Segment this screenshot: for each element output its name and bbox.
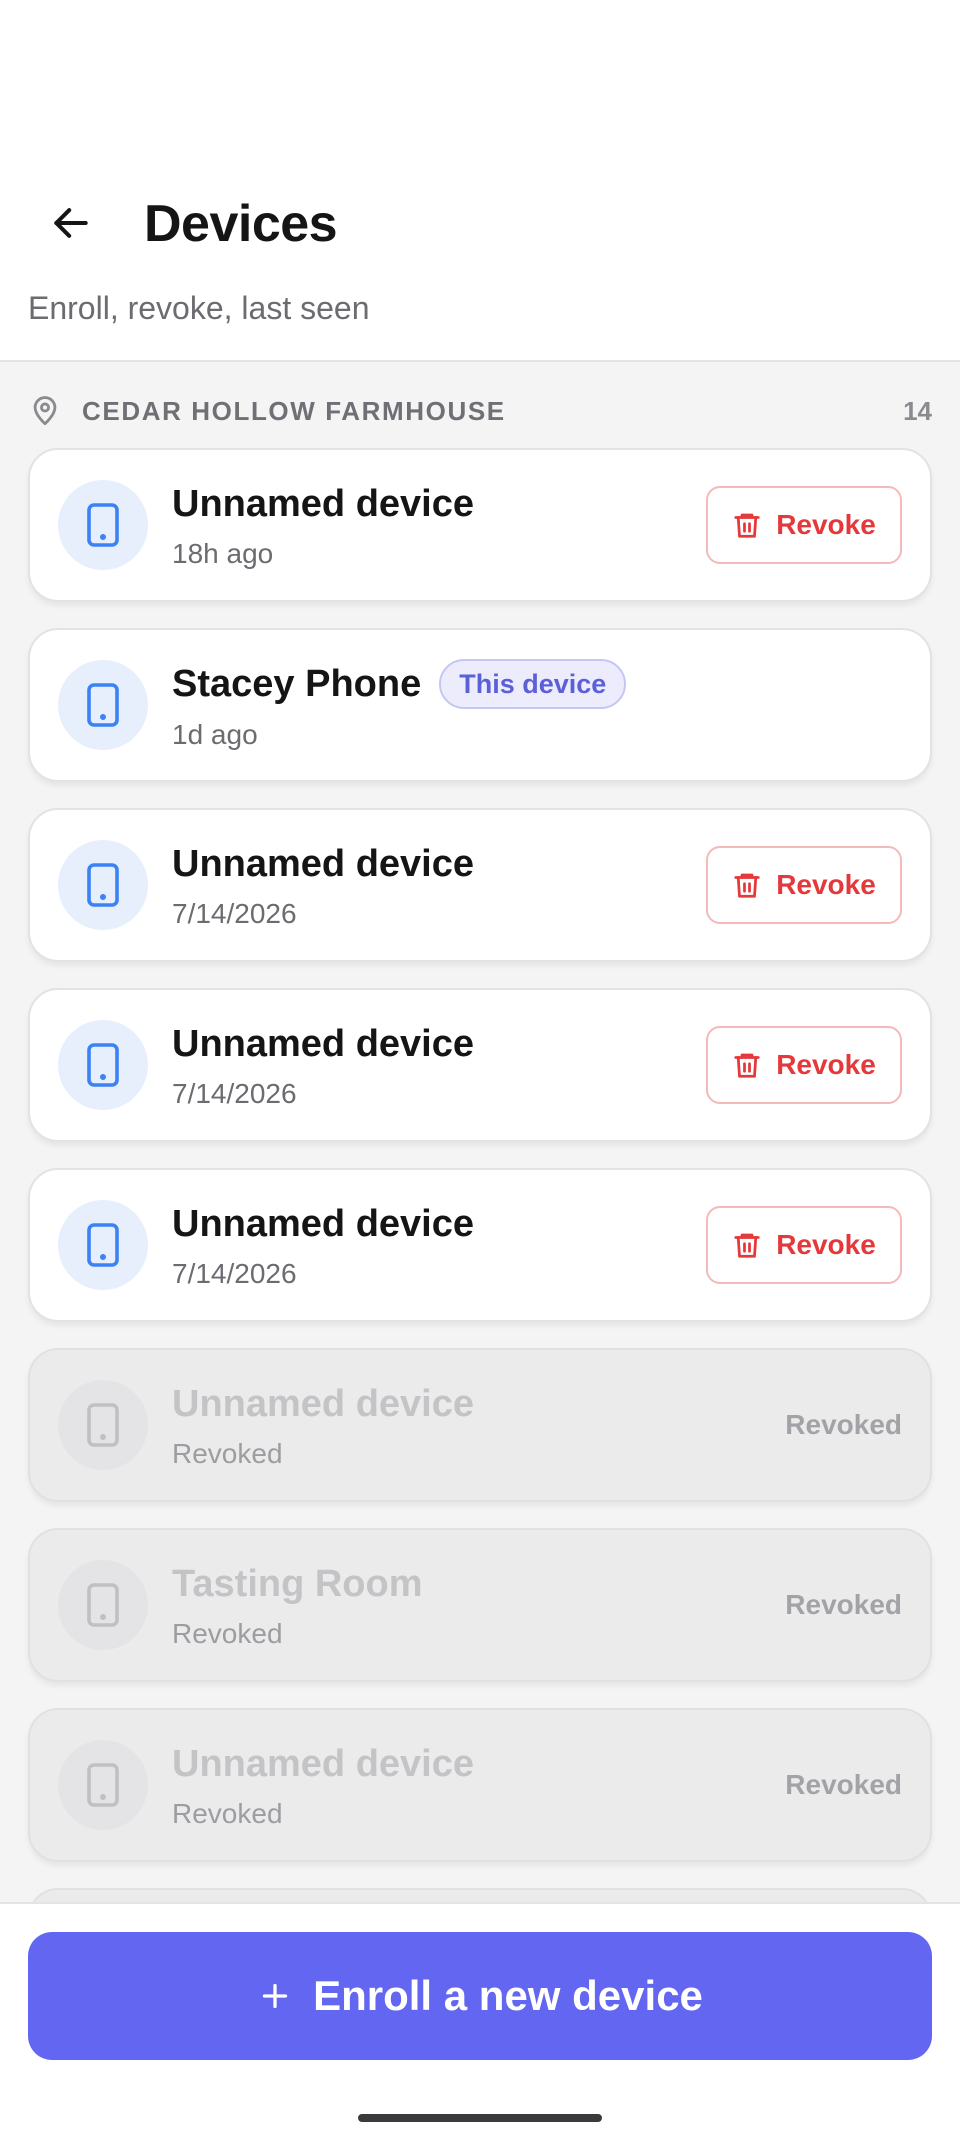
device-avatar	[58, 1740, 148, 1830]
device-last-seen: 7/14/2026	[172, 898, 297, 929]
device-name-row: Stacey Phone This device	[172, 659, 902, 709]
revoked-label: Revoked	[785, 1409, 902, 1440]
device-count: 14	[903, 395, 932, 426]
revoke-label: Revoke	[776, 509, 876, 540]
device-name-row: Tasting Room	[172, 1560, 785, 1608]
device-name: Unnamed device	[172, 483, 474, 525]
device-name: Stacey Phone	[172, 663, 422, 705]
device-card: Unnamed device 7/14/2026 Revoke	[28, 808, 932, 962]
device-info: Unnamed device 7/14/2026	[172, 840, 706, 930]
smartphone-icon	[87, 503, 119, 547]
revoke-button[interactable]: Revoke	[706, 1026, 902, 1104]
device-info: Unnamed device Revoked	[172, 1380, 785, 1470]
device-avatar	[58, 1560, 148, 1650]
device-status-text: Revoked	[172, 1438, 283, 1469]
trash-icon	[734, 513, 760, 538]
map-pin-icon	[33, 396, 57, 426]
revoked-label: Revoked	[785, 1769, 902, 1800]
device-name-row: Unnamed device	[172, 840, 706, 888]
revoke-label: Revoke	[776, 1229, 876, 1260]
device-avatar	[58, 660, 148, 750]
device-info: Unnamed device 7/14/2026	[172, 1020, 706, 1110]
device-card-revoked: Unnamed device Revoked Revoked	[28, 1348, 932, 1502]
location-name: CEDAR HOLLOW FARMHOUSE	[82, 395, 506, 426]
device-last-seen: 7/14/2026	[172, 1078, 297, 1109]
smartphone-icon	[87, 1583, 119, 1627]
smartphone-icon	[87, 1763, 119, 1807]
devices-screen: Devices Enroll, revoke, last seen CEDAR …	[0, 0, 960, 2142]
plus-icon	[262, 1983, 288, 2009]
smartphone-icon	[87, 1043, 119, 1087]
trash-icon	[734, 1053, 760, 1078]
device-name: Unnamed device	[172, 843, 474, 885]
device-name-row: Unnamed device	[172, 1380, 785, 1428]
device-name: Unnamed device	[172, 1023, 474, 1065]
device-last-seen: 18h ago	[172, 538, 274, 569]
device-name: Unnamed device	[172, 1743, 474, 1785]
device-card-revoked: Unnamed device Revoked Revoked	[28, 1708, 932, 1862]
enroll-device-button[interactable]: Enroll a new device	[28, 1932, 932, 2060]
device-info: Unnamed device 18h ago	[172, 480, 706, 570]
device-avatar	[58, 840, 148, 930]
device-info: Tasting Room Revoked	[172, 1560, 785, 1650]
header: Devices Enroll, revoke, last seen	[0, 0, 960, 362]
smartphone-icon	[87, 1223, 119, 1267]
smartphone-icon	[87, 683, 119, 727]
device-last-seen: 1d ago	[172, 719, 258, 750]
device-avatar	[58, 1380, 148, 1470]
device-name-row: Unnamed device	[172, 1740, 785, 1788]
device-info: Unnamed device Revoked	[172, 1740, 785, 1830]
device-info: Unnamed device 7/14/2026	[172, 1200, 706, 1290]
bottom-action-bar: Enroll a new device	[0, 1902, 960, 2142]
revoke-label: Revoke	[776, 1049, 876, 1080]
revoke-button[interactable]: Revoke	[706, 846, 902, 924]
device-name: Unnamed device	[172, 1203, 474, 1245]
home-indicator	[358, 2114, 602, 2122]
page-subtitle: Enroll, revoke, last seen	[28, 290, 370, 326]
back-button[interactable]	[36, 188, 106, 258]
device-card: Unnamed device 7/14/2026 Revoke	[28, 1168, 932, 1322]
revoke-label: Revoke	[776, 869, 876, 900]
device-name-row: Unnamed device	[172, 480, 706, 528]
device-card: Unnamed device 18h ago Revoke	[28, 448, 932, 602]
device-info: Stacey Phone This device 1d ago	[172, 659, 902, 751]
device-name-row: Unnamed device	[172, 1200, 706, 1248]
this-device-badge: This device	[439, 659, 627, 709]
device-name-row: Unnamed device	[172, 1020, 706, 1068]
smartphone-icon	[87, 863, 119, 907]
revoke-button[interactable]: Revoke	[706, 486, 902, 564]
enroll-label: Enroll a new device	[313, 1972, 703, 2019]
device-card: Unnamed device 7/14/2026 Revoke	[28, 988, 932, 1142]
device-card-current: Stacey Phone This device 1d ago	[28, 628, 932, 782]
device-avatar	[58, 1200, 148, 1290]
location-section-header: CEDAR HOLLOW FARMHOUSE 14	[28, 388, 932, 434]
arrow-left-icon	[54, 208, 88, 238]
device-status-text: Revoked	[172, 1618, 283, 1649]
device-card-revoked: Tasting Room Revoked Revoked	[28, 1528, 932, 1682]
device-last-seen: 7/14/2026	[172, 1258, 297, 1289]
device-name: Tasting Room	[172, 1563, 423, 1605]
smartphone-icon	[87, 1403, 119, 1447]
trash-icon	[734, 1233, 760, 1258]
device-name: Unnamed device	[172, 1383, 474, 1425]
device-status-text: Revoked	[172, 1798, 283, 1829]
page-title: Devices	[144, 195, 338, 253]
trash-icon	[734, 873, 760, 898]
revoked-label: Revoked	[785, 1589, 902, 1620]
revoke-button[interactable]: Revoke	[706, 1206, 902, 1284]
device-avatar	[58, 1020, 148, 1110]
device-avatar	[58, 480, 148, 570]
